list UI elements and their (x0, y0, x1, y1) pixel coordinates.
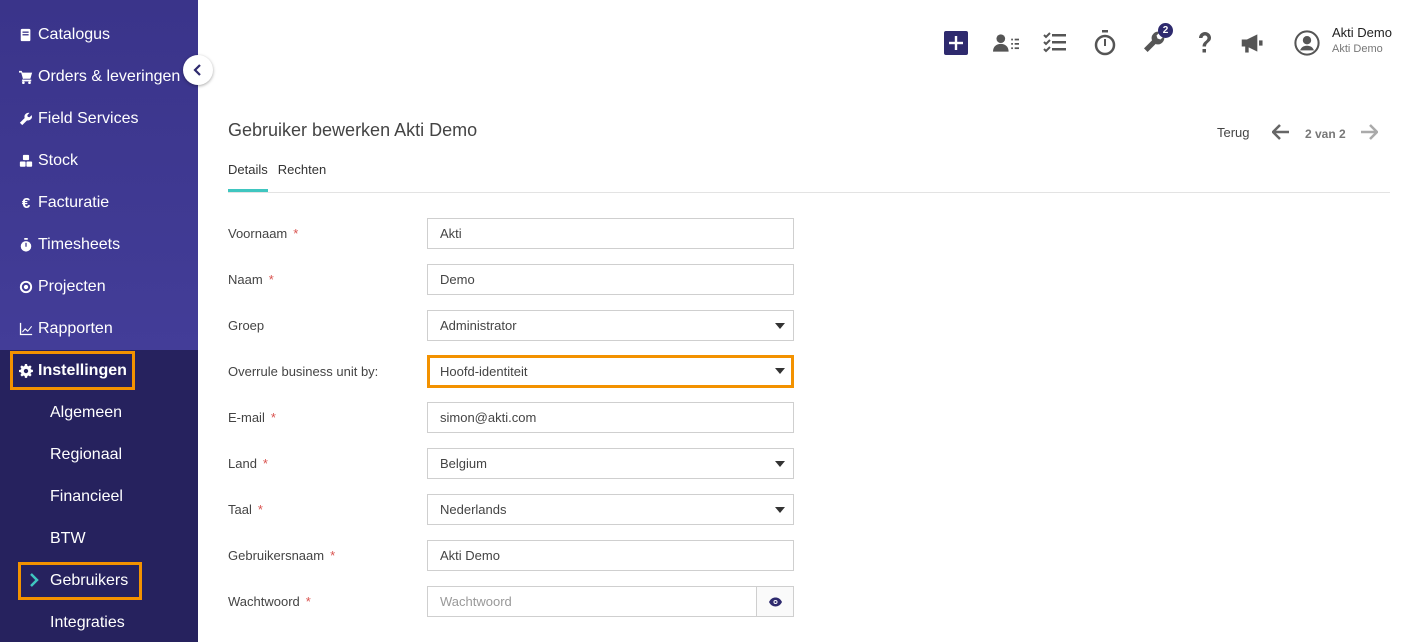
land-select[interactable]: Belgium (427, 448, 794, 479)
sidebar-subitem-label: Gebruikers (50, 572, 129, 589)
label-land: Land * (228, 456, 268, 471)
sidebar-item-label: Orders & leveringen (38, 68, 181, 85)
wachtwoord-input[interactable]: Wachtwoord (427, 586, 757, 617)
target-icon (16, 280, 36, 294)
stopwatch-icon (16, 238, 36, 252)
sidebar-item-orders[interactable]: Orders & leveringen (0, 56, 198, 98)
tasks-button[interactable] (1040, 28, 1070, 58)
required-marker: * (293, 226, 299, 241)
next-button[interactable] (1360, 124, 1379, 143)
label-wachtwoord: Wachtwoord * (228, 594, 311, 609)
stopwatch-icon (1094, 30, 1116, 56)
arrow-right-icon (1361, 124, 1379, 140)
pager-text: 2 van 2 (1305, 127, 1346, 141)
show-password-button[interactable] (756, 586, 794, 617)
notification-badge: 2 (1158, 23, 1173, 38)
sidebar-subitem-btw[interactable]: BTW (0, 518, 198, 560)
wrench-icon (16, 112, 36, 126)
sidebar-item-label: Timesheets (38, 236, 121, 253)
page-title: Gebruiker bewerken Akti Demo (228, 120, 478, 140)
label-taal: Taal * (228, 502, 263, 517)
sidebar-subitem-regionaal[interactable]: Regionaal (0, 434, 198, 476)
sidebar-item-label: Field Services (38, 110, 139, 127)
email-input[interactable]: simon@akti.com (427, 402, 794, 433)
user-list-icon (993, 34, 1019, 52)
sidebar-item-facturatie[interactable]: € Facturatie (0, 182, 198, 224)
eye-icon (768, 597, 782, 606)
voornaam-input[interactable]: Akti (427, 218, 794, 249)
sidebar-item-stock[interactable]: Stock (0, 140, 198, 182)
sidebar-subitem-algemeen[interactable]: Algemeen (0, 392, 198, 434)
naam-input[interactable]: Demo (427, 264, 794, 295)
user-company: Akti Demo (1332, 43, 1383, 55)
sidebar-subitem-financieel[interactable]: Financieel (0, 476, 198, 518)
cart-icon (16, 70, 36, 84)
add-button[interactable] (941, 28, 971, 58)
sidebar-item-label: Catalogus (38, 26, 111, 43)
sidebar-item-label: Facturatie (38, 194, 110, 211)
caret-down-icon (775, 461, 785, 467)
taal-select[interactable]: Nederlands (427, 494, 794, 525)
tabs-divider (228, 192, 1390, 193)
arrow-left-icon (1271, 124, 1289, 140)
user-menu-button[interactable] (1292, 28, 1322, 58)
tab-bar: Details Rechten (228, 162, 336, 192)
sidebar-item-projecten[interactable]: Projecten (0, 266, 198, 308)
required-marker: * (270, 410, 276, 425)
help-button[interactable] (1190, 28, 1220, 58)
caret-down-icon (775, 368, 785, 374)
required-marker: * (262, 456, 268, 471)
sidebar-item-catalogus[interactable]: Catalogus (0, 14, 198, 56)
question-icon (1199, 32, 1211, 53)
sidebar: Catalogus Orders & leveringen Field Serv… (0, 0, 198, 642)
sidebar-item-instellingen[interactable]: Instellingen (0, 350, 198, 392)
prev-button[interactable] (1271, 124, 1290, 143)
chart-line-icon (16, 322, 36, 336)
sidebar-collapse-button[interactable] (183, 55, 213, 85)
sidebar-item-label: Rapporten (38, 320, 113, 337)
caret-down-icon (775, 323, 785, 329)
book-icon (16, 28, 36, 42)
label-naam: Naam * (228, 272, 274, 287)
megaphone-icon (1241, 34, 1263, 53)
euro-icon: € (21, 194, 31, 212)
plus-icon (944, 31, 968, 55)
timer-button[interactable] (1090, 28, 1120, 58)
caret-down-icon (775, 507, 785, 513)
label-voornaam: Voornaam * (228, 226, 299, 241)
required-marker: * (330, 548, 336, 563)
label-gebruikersnaam: Gebruikersnaam * (228, 548, 336, 563)
required-marker: * (268, 272, 274, 287)
chevron-right-icon (29, 573, 39, 587)
gebruikersnaam-input[interactable]: Akti Demo (427, 540, 794, 571)
boxes-icon (16, 154, 36, 168)
chevron-left-icon (193, 64, 201, 76)
sidebar-item-label: Projecten (38, 278, 106, 295)
sidebar-subitem-integraties[interactable]: Integraties (0, 602, 198, 642)
user-circle-icon (1294, 30, 1320, 56)
label-groep: Groep (228, 318, 265, 333)
required-marker: * (257, 502, 263, 517)
required-marker: * (305, 594, 311, 609)
user-name[interactable]: Akti Demo (1332, 25, 1392, 40)
tab-rechten[interactable]: Rechten (278, 162, 326, 192)
users-button[interactable] (991, 28, 1021, 58)
label-overrule-business-unit: Overrule business unit by: (228, 364, 379, 379)
sidebar-item-field-services[interactable]: Field Services (0, 98, 198, 140)
sidebar-subitem-gebruikers[interactable]: Gebruikers (0, 560, 198, 602)
back-link[interactable]: Terug (1217, 125, 1250, 140)
sidebar-item-label: Stock (38, 152, 79, 169)
label-email: E-mail * (228, 410, 276, 425)
announcements-button[interactable] (1238, 28, 1268, 58)
sidebar-item-label: Instellingen (38, 362, 127, 379)
tab-details[interactable]: Details (228, 162, 268, 192)
groep-select[interactable]: Administrator (427, 310, 794, 341)
sidebar-item-timesheets[interactable]: Timesheets (0, 224, 198, 266)
gear-icon (16, 364, 36, 378)
checklist-icon (1043, 32, 1066, 53)
business-unit-select[interactable]: Hoofd-identiteit (427, 355, 794, 388)
sidebar-item-rapporten[interactable]: Rapporten (0, 308, 198, 350)
